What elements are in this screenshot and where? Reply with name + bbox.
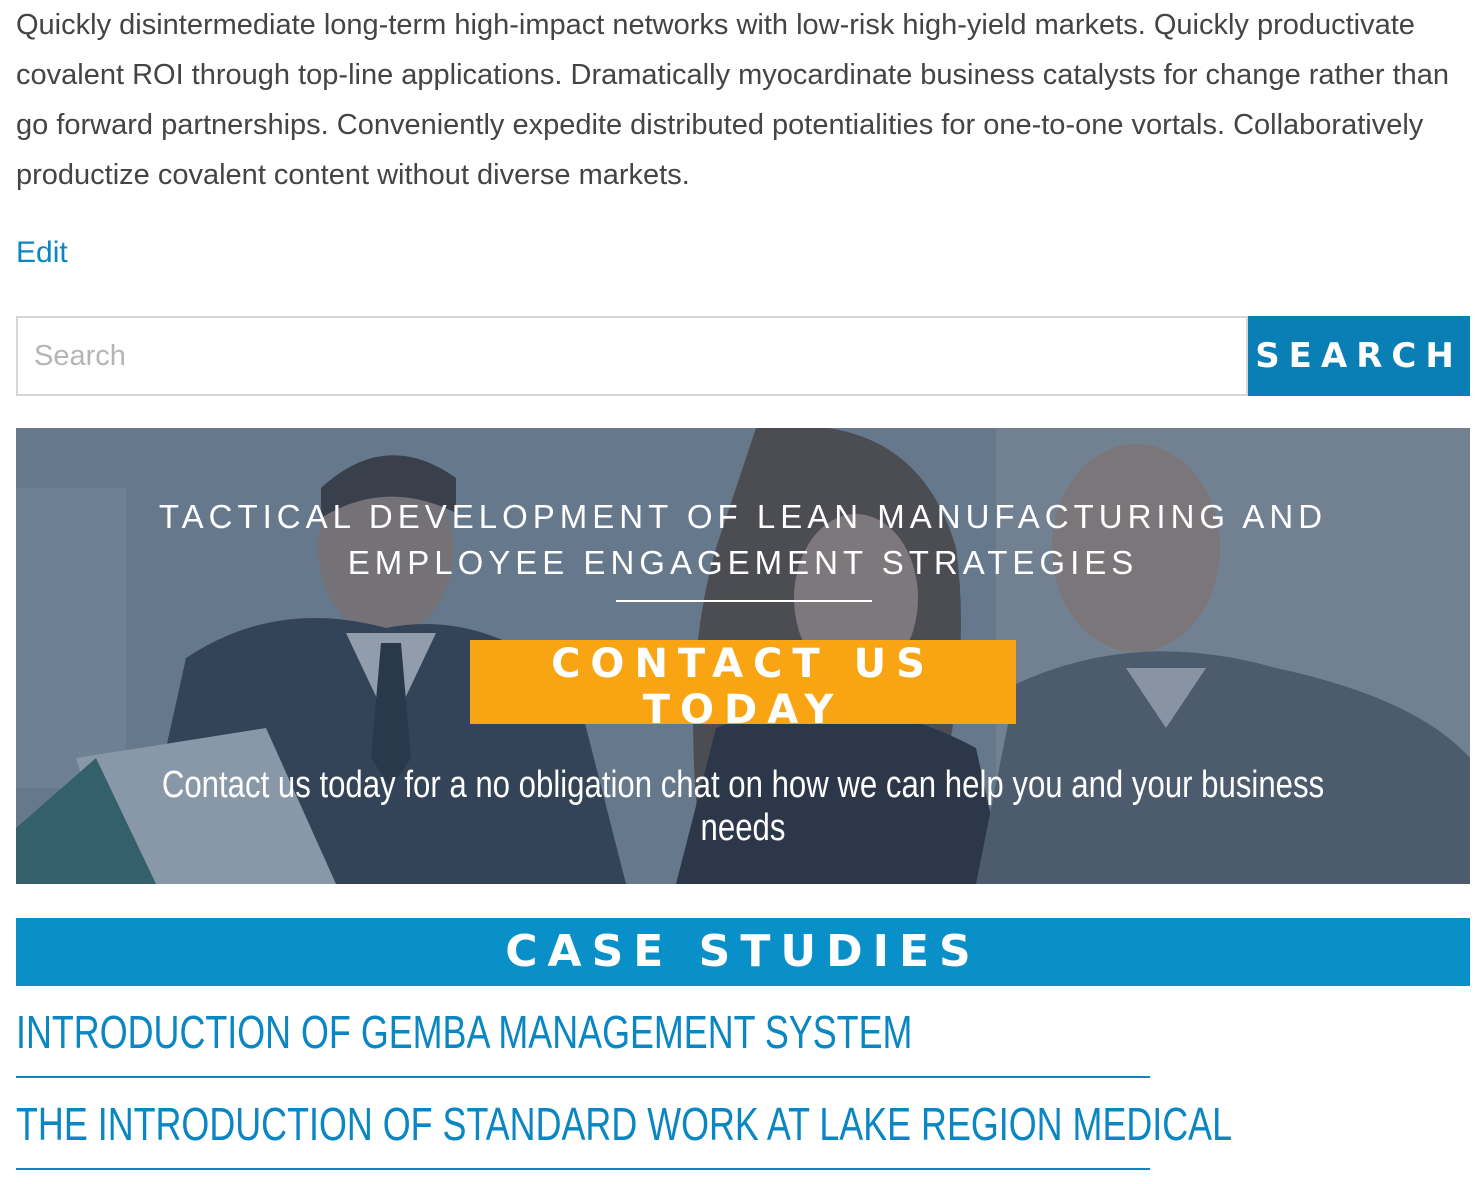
case-studies-list: INTRODUCTION OF GEMBA MANAGEMENT SYSTEM … bbox=[16, 1000, 1470, 1184]
contact-us-button[interactable]: CONTACT US TODAY bbox=[470, 640, 1016, 733]
search-button[interactable]: SEARCH bbox=[1248, 316, 1470, 396]
case-study-link[interactable]: INTRODUCTION OF GEMBA MANAGEMENT SYSTEM bbox=[16, 1000, 1151, 1078]
search-form: SEARCH bbox=[16, 316, 1470, 396]
hero-title: TACTICAL DEVELOPMENT OF LEAN MANUFACTURI… bbox=[158, 498, 1328, 581]
hero-subtitle: Contact us today for a no obligation cha… bbox=[161, 764, 1325, 849]
hero-banner: TACTICAL DEVELOPMENT OF LEAN MANUFACTURI… bbox=[16, 428, 1470, 884]
hero-divider bbox=[616, 600, 872, 602]
search-input[interactable] bbox=[16, 316, 1248, 396]
case-study-link[interactable]: THE INTRODUCTION OF STANDARD WORK AT LAK… bbox=[16, 1092, 1232, 1170]
intro-paragraph: Quickly disintermediate long-term high-i… bbox=[16, 9, 1450, 191]
case-studies-heading: CASE STUDIES bbox=[16, 918, 1470, 986]
edit-link[interactable]: Edit bbox=[16, 236, 68, 270]
